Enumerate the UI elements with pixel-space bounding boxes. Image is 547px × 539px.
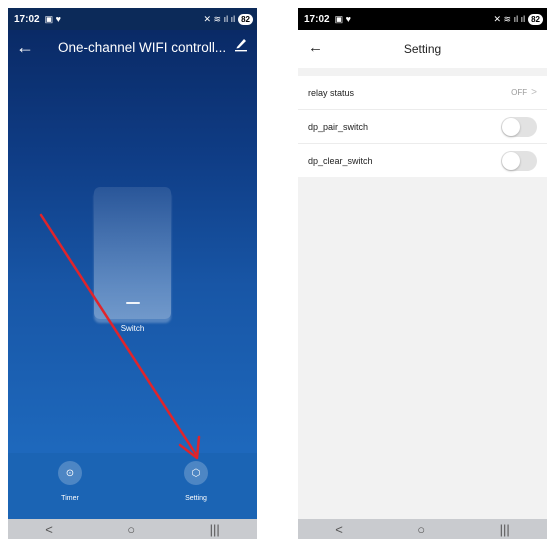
- nav-recents-button[interactable]: |||: [210, 522, 220, 537]
- section-divider: [298, 68, 547, 76]
- nav-back-button[interactable]: <: [335, 522, 343, 537]
- switch-control[interactable]: [94, 187, 171, 319]
- settings-header: ← Setting: [298, 30, 547, 68]
- dp-clear-switch-toggle[interactable]: [501, 150, 537, 171]
- switch-label: Switch: [120, 324, 145, 333]
- system-nav-bar: < ○ |||: [298, 519, 547, 539]
- dp-pair-switch-label: dp_pair_switch: [308, 121, 369, 132]
- settings-list: relay status OFF > dp_pair_switch dp_cle…: [298, 76, 547, 177]
- system-nav-bar: < ○ |||: [8, 519, 257, 539]
- switch-indicator: [126, 302, 140, 304]
- status-time: 17:02: [14, 13, 40, 25]
- toggle-knob: [502, 151, 520, 170]
- back-icon[interactable]: ←: [10, 37, 40, 58]
- edit-icon[interactable]: [234, 36, 248, 52]
- page-title: Setting: [403, 42, 442, 56]
- nav-home-button[interactable]: ○: [127, 522, 135, 537]
- nav-recents-button[interactable]: |||: [500, 522, 510, 537]
- status-notification-icons: ▣ ♥: [44, 13, 61, 24]
- tab-setting[interactable]: ⬡ Setting: [166, 461, 226, 502]
- settings-screen: 17:02 ▣ ♥ ✕ ≋ ıl ıl 82 ← Setting relay s…: [298, 8, 547, 539]
- clock-icon: ⊙: [58, 461, 82, 485]
- settings-icon: ⬡: [184, 461, 208, 485]
- tab-timer-label: Timer: [61, 495, 79, 502]
- relay-status-label: relay status: [308, 87, 355, 98]
- nav-back-button[interactable]: <: [45, 522, 53, 537]
- device-control-screen: 17:02 ▣ ♥ ✕ ≋ ıl ıl 82 ← One-channel WIF…: [8, 8, 257, 539]
- tab-setting-label: Setting: [185, 495, 207, 502]
- dp-pair-switch-toggle[interactable]: [501, 116, 537, 137]
- bottom-tab-bar: ⊙ Timer ⬡ Setting: [8, 453, 257, 519]
- nav-home-button[interactable]: ○: [417, 522, 425, 537]
- dp-pair-switch-row: dp_pair_switch: [298, 110, 547, 144]
- device-header: ← One-channel WIFI controll...: [8, 32, 257, 62]
- status-bar: 17:02 ▣ ♥ ✕ ≋ ıl ıl 82: [8, 8, 257, 30]
- status-signal-icons: ✕ ≋ ıl ıl: [493, 13, 526, 24]
- dp-clear-switch-row: dp_clear_switch: [298, 144, 547, 177]
- relay-status-row[interactable]: relay status OFF >: [298, 76, 547, 110]
- chevron-right-icon: >: [531, 87, 537, 98]
- tab-timer[interactable]: ⊙ Timer: [40, 461, 100, 502]
- status-notification-icons: ▣ ♥: [334, 13, 351, 24]
- status-bar: 17:02 ▣ ♥ ✕ ≋ ıl ıl 82: [298, 8, 547, 30]
- relay-status-value: OFF: [511, 88, 528, 97]
- battery-icon: 82: [528, 13, 543, 25]
- toggle-knob: [502, 117, 520, 136]
- status-signal-icons: ✕ ≋ ıl ıl: [203, 13, 236, 24]
- dp-clear-switch-label: dp_clear_switch: [308, 155, 373, 166]
- battery-icon: 82: [238, 13, 253, 25]
- status-time: 17:02: [304, 13, 330, 25]
- device-title: One-channel WIFI controll...: [58, 39, 227, 55]
